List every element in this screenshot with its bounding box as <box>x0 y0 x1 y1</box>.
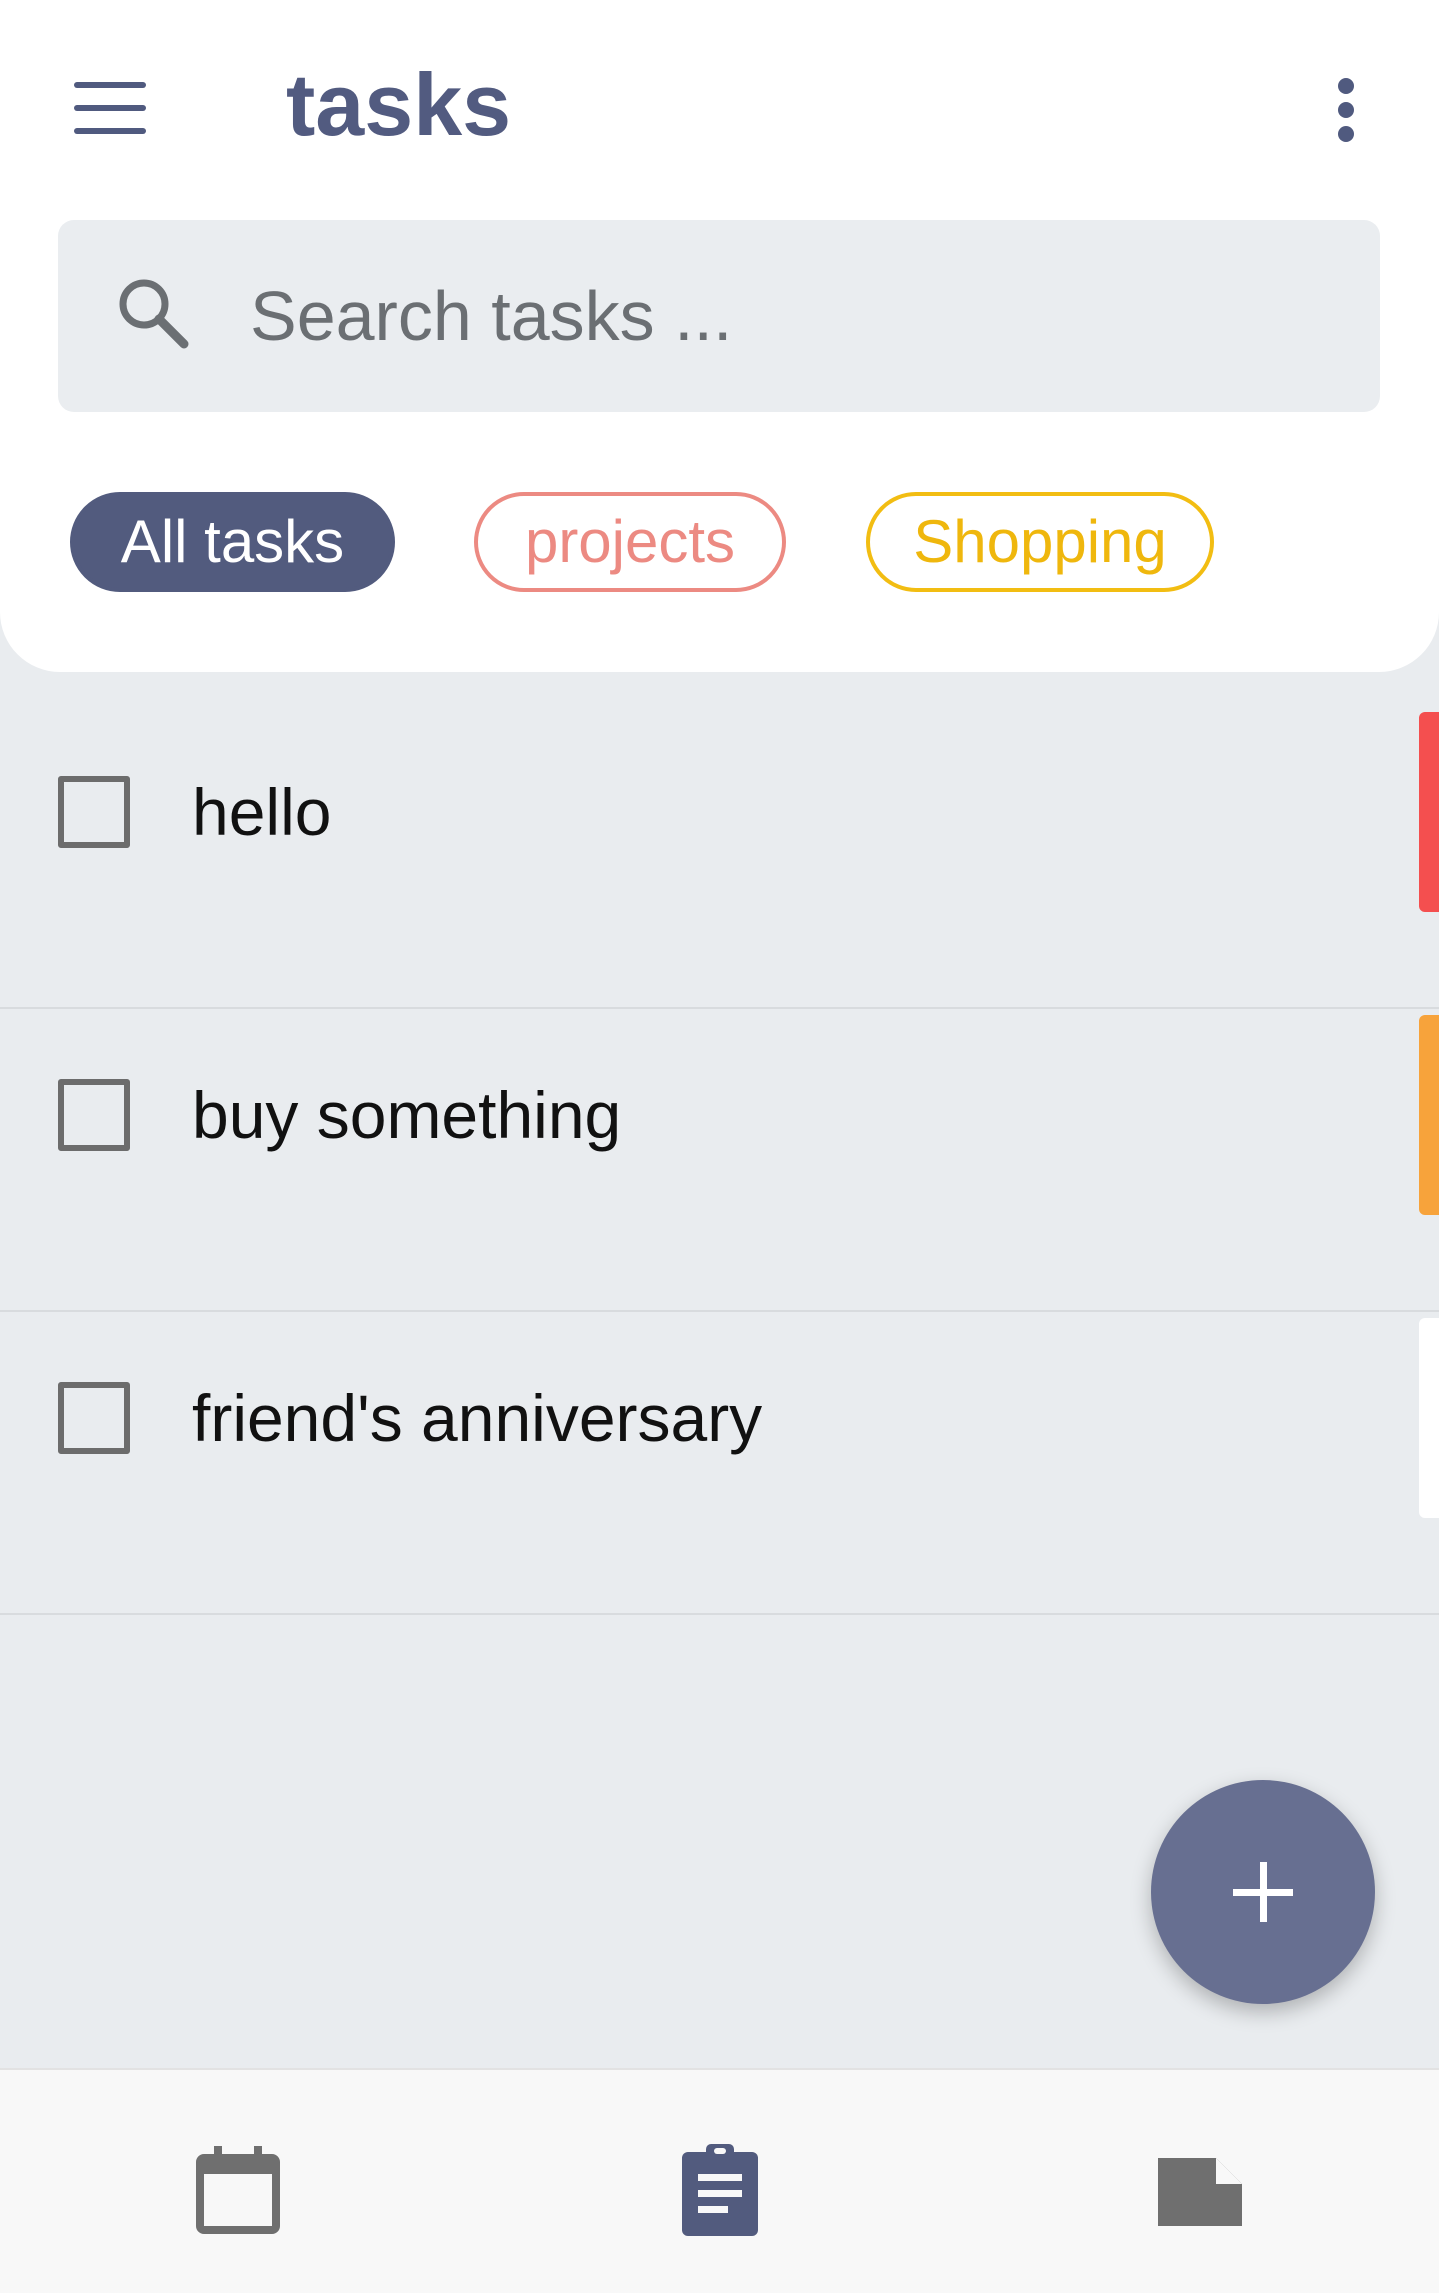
page-title: tasks <box>286 55 512 154</box>
more-dot <box>1338 102 1354 118</box>
menu-button[interactable] <box>58 68 168 148</box>
task-label: hello <box>192 775 332 849</box>
task-row[interactable]: hello <box>0 706 1439 1009</box>
search-bar[interactable] <box>58 220 1380 412</box>
priority-indicator <box>1419 1318 1439 1518</box>
task-checkbox[interactable] <box>58 776 130 848</box>
more-vertical-icon <box>1338 78 1354 94</box>
hamburger-line <box>74 128 146 134</box>
search-icon <box>119 279 189 349</box>
plus-icon-stroke <box>1260 1862 1267 1922</box>
nav-notes-button[interactable] <box>1150 2140 1250 2240</box>
more-options-button[interactable] <box>1310 70 1380 150</box>
filter-chip-projects[interactable]: projects <box>474 492 786 592</box>
add-task-button[interactable] <box>1151 1780 1375 2004</box>
priority-indicator <box>1419 712 1439 912</box>
hamburger-line <box>74 105 146 111</box>
task-row[interactable]: friend's anniversary <box>0 1312 1439 1615</box>
task-row[interactable]: buy something <box>0 1009 1439 1312</box>
task-list: hello buy something friend's anniversary <box>0 706 1439 1615</box>
filter-chip-shopping[interactable]: Shopping <box>866 492 1214 592</box>
hamburger-menu-icon <box>74 82 146 88</box>
task-checkbox[interactable] <box>58 1079 130 1151</box>
filter-chip-all-tasks[interactable]: All tasks <box>70 492 395 592</box>
priority-indicator <box>1419 1015 1439 1215</box>
app-header: tasks All tasks projects Shopping <box>0 0 1439 672</box>
bottom-navigation <box>0 2068 1439 2293</box>
note-icon <box>1158 2158 1242 2226</box>
task-checkbox[interactable] <box>58 1382 130 1454</box>
task-label: friend's anniversary <box>192 1381 763 1455</box>
search-input[interactable] <box>248 270 1332 362</box>
calendar-icon <box>196 2146 280 2234</box>
task-label: buy something <box>192 1078 622 1152</box>
nav-tasks-button[interactable] <box>670 2140 770 2240</box>
clipboard-list-icon <box>682 2144 758 2236</box>
more-dot <box>1338 126 1354 142</box>
nav-calendar-button[interactable] <box>188 2140 288 2240</box>
